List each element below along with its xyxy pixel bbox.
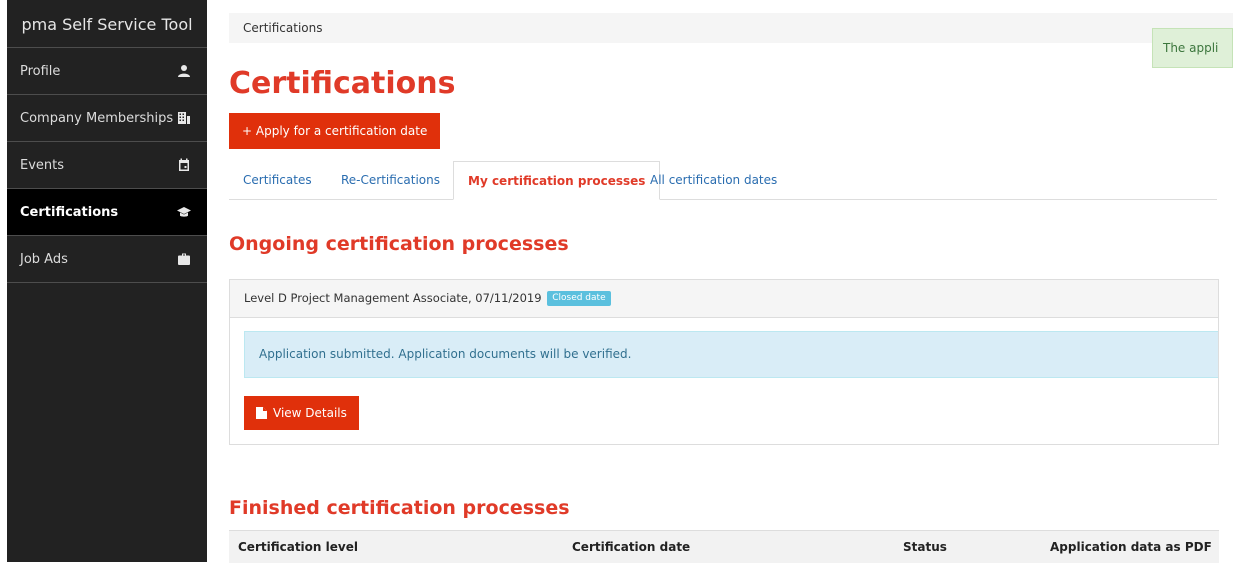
sidebar: pma Self Service Tool Profile Company Me… [7, 0, 207, 562]
breadcrumb: Certifications [229, 13, 1233, 43]
sidebar-item-label: Profile [20, 63, 61, 79]
tab-all-certification-dates[interactable]: All certification dates [636, 161, 791, 199]
tab-re-certifications[interactable]: Re-Certifications [327, 161, 454, 199]
sidebar-item-label: Job Ads [20, 251, 68, 267]
process-title: Level D Project Management Associate, 07… [244, 291, 542, 305]
process-heading: Level D Project Management Associate, 07… [230, 280, 1218, 318]
view-details-button[interactable]: View Details [244, 396, 359, 430]
main-content: Certifications Certifications + Apply fo… [229, 0, 1233, 563]
user-icon [177, 64, 191, 78]
sidebar-item-label: Certifications [20, 204, 119, 220]
tab-bar: Certificates Re-Certifications My certif… [229, 161, 1217, 200]
status-badge: Closed date [547, 291, 611, 306]
sidebar-item-events[interactable]: Events [7, 142, 207, 189]
calendar-icon [177, 158, 191, 172]
ongoing-process-panel: Level D Project Management Associate, 07… [229, 279, 1219, 445]
column-header: Application data as PDF [1050, 540, 1212, 554]
finished-section-title: Finished certification processes [229, 497, 570, 519]
column-header: Certification date [572, 540, 691, 554]
building-icon [177, 111, 191, 125]
app-brand: pma Self Service Tool [7, 0, 207, 48]
file-icon [256, 407, 267, 419]
briefcase-icon [177, 252, 191, 266]
info-alert: Application submitted. Application docum… [244, 331, 1218, 378]
tab-certificates[interactable]: Certificates [229, 161, 326, 199]
apply-certification-date-button[interactable]: + Apply for a certification date [229, 113, 441, 149]
graduation-cap-icon [177, 205, 191, 219]
tab-my-certification-processes[interactable]: My certification processes [453, 161, 661, 200]
view-details-label: View Details [273, 406, 347, 420]
finished-table-header: Certification level Certification date S… [229, 530, 1219, 563]
sidebar-item-certifications[interactable]: Certifications [7, 189, 207, 236]
sidebar-item-profile[interactable]: Profile [7, 48, 207, 95]
column-header: Certification level [238, 540, 358, 554]
sidebar-item-job-ads[interactable]: Job Ads [7, 236, 207, 283]
sidebar-item-label: Events [20, 157, 65, 173]
ongoing-section-title: Ongoing certification processes [229, 233, 569, 255]
sidebar-item-company-memberships[interactable]: Company Memberships [7, 95, 207, 142]
column-header: Status [903, 540, 947, 554]
page-title: Certifications [229, 66, 456, 101]
notification-toast: The appli [1152, 28, 1233, 68]
sidebar-item-label: Company Memberships [20, 110, 174, 126]
